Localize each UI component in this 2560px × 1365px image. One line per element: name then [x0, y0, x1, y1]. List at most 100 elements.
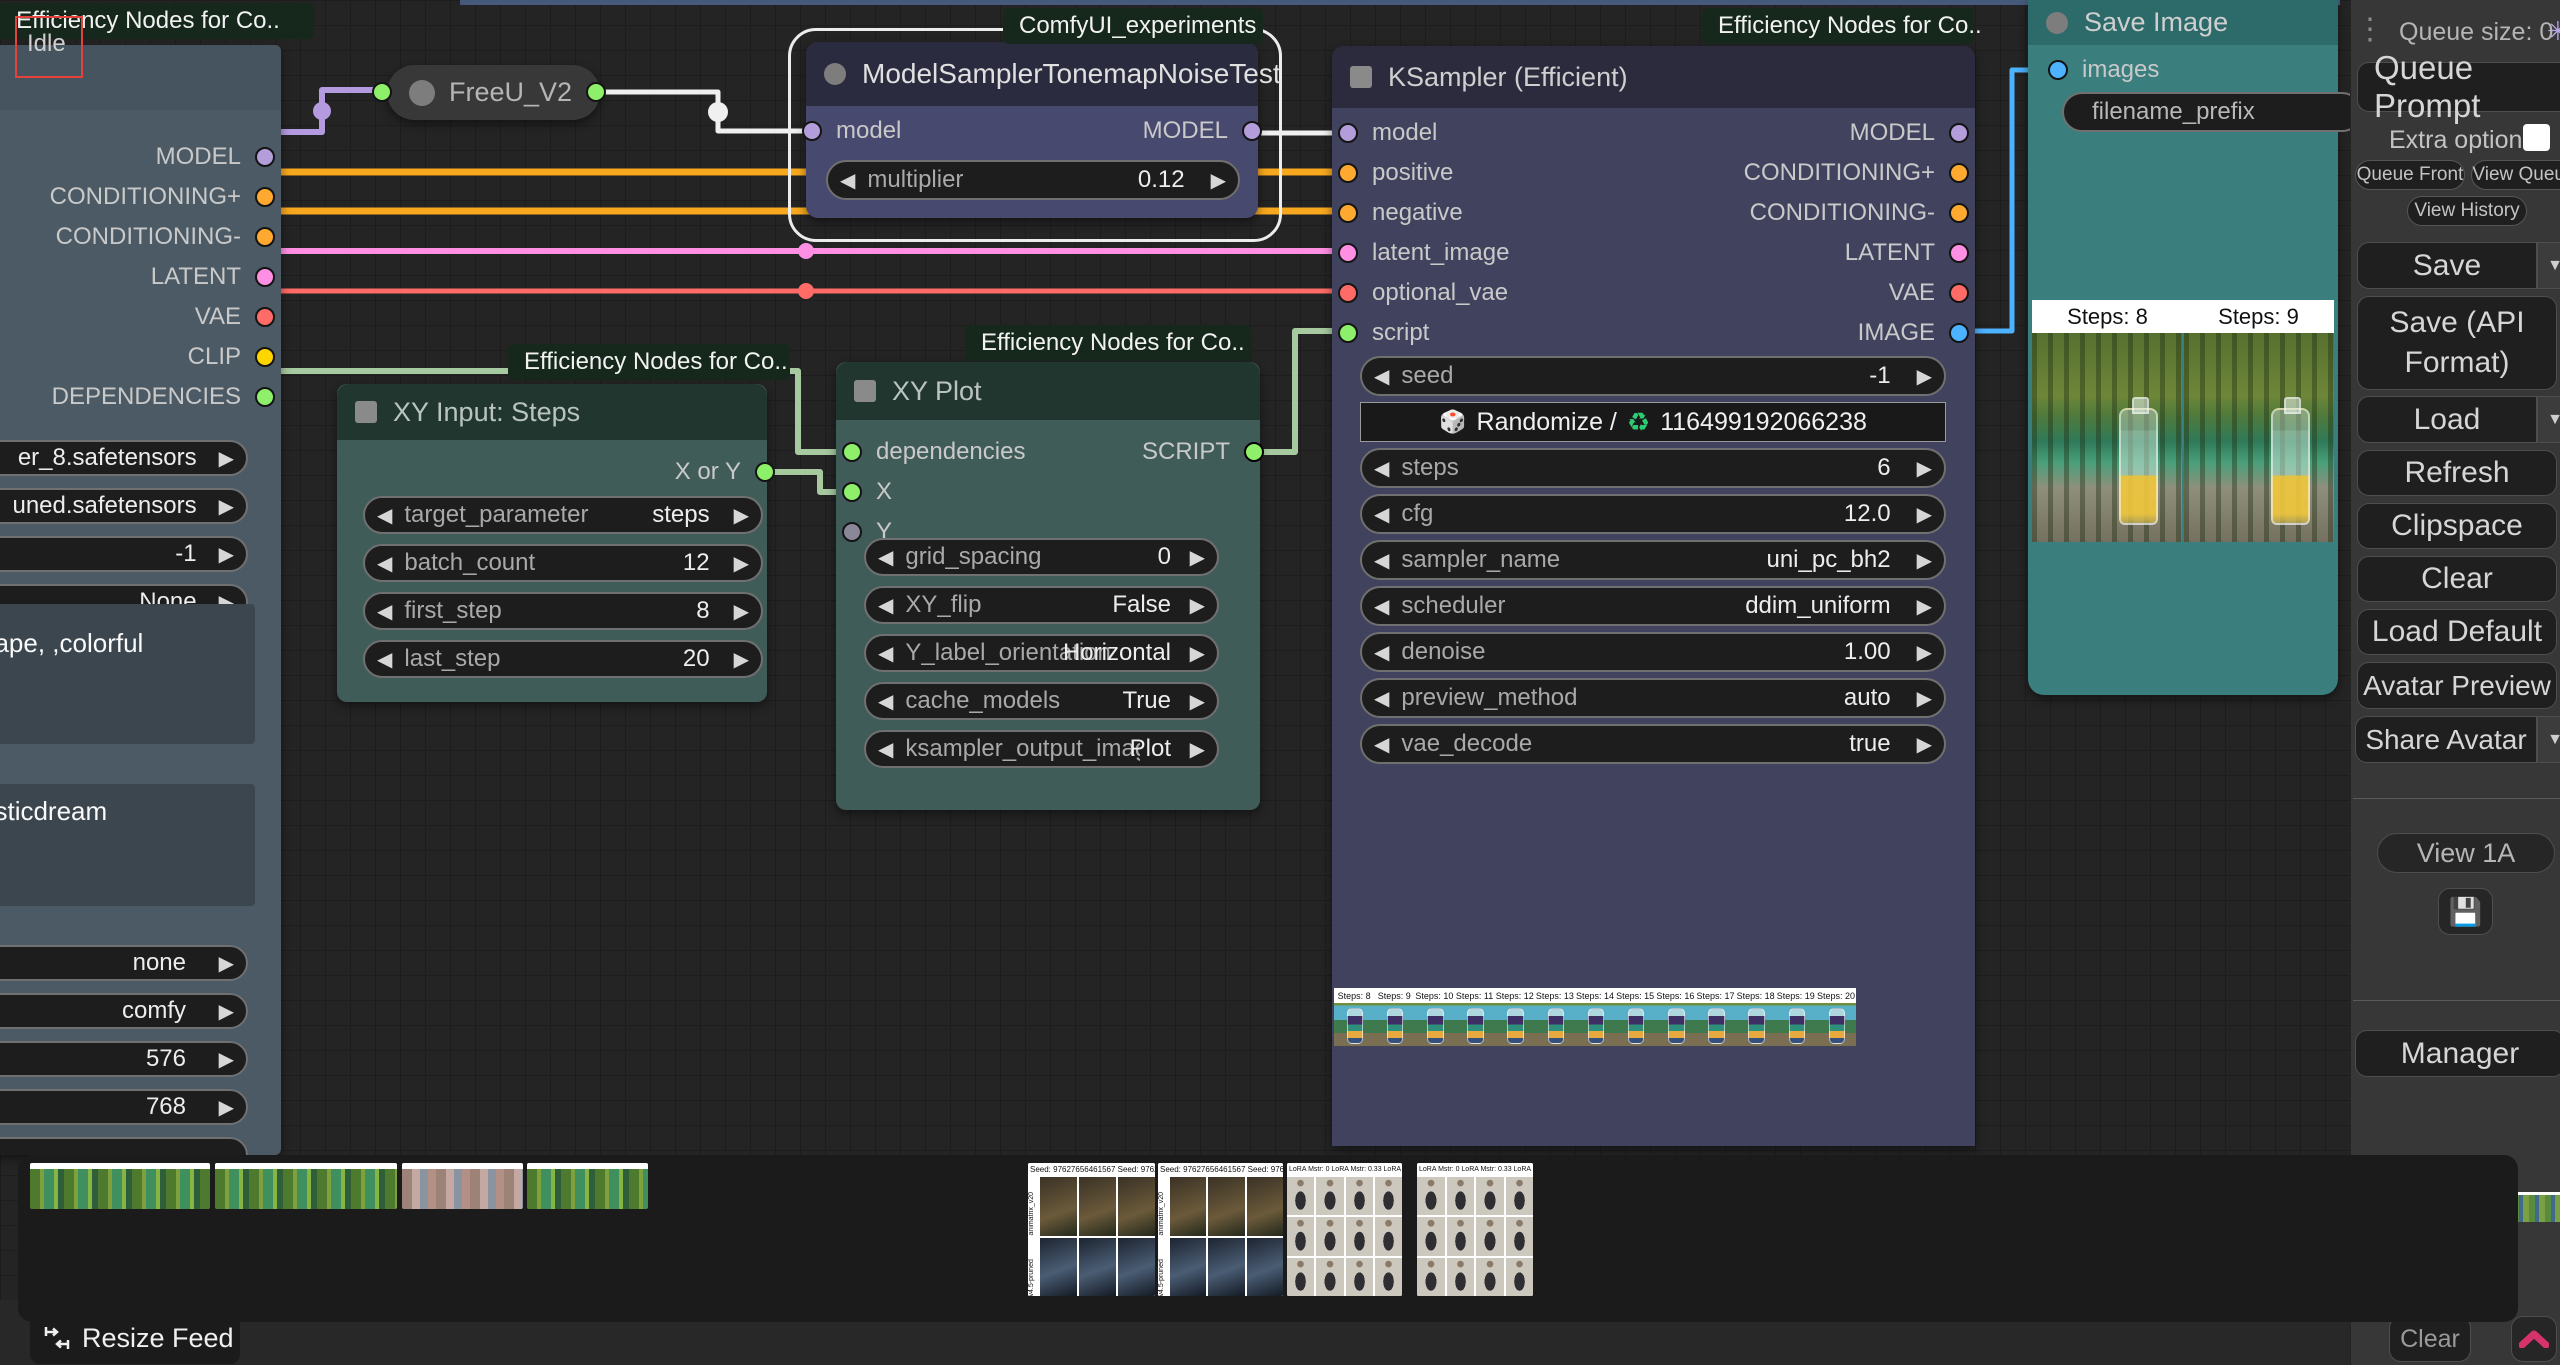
arrow-left-icon[interactable]: ◀: [1362, 732, 1401, 757]
feed-thumbnail[interactable]: [215, 1163, 397, 1209]
input-dot-icon[interactable]: [2048, 60, 2068, 80]
ksampler-widget[interactable]: ◀ preview_method auto ▶: [1360, 678, 1946, 718]
arrow-right-icon[interactable]: ▶: [1199, 168, 1238, 193]
ksampler-widget[interactable]: ◀ denoise 1.00 ▶: [1360, 632, 1946, 672]
preview-tile[interactable]: Steps: 16: [1655, 988, 1695, 1046]
freeu-v2-node[interactable]: FreeU_V2: [387, 65, 600, 120]
arrow-left-icon[interactable]: ◀: [828, 168, 867, 193]
view-1a-button[interactable]: View 1A: [2377, 833, 2555, 873]
drag-handle-icon[interactable]: ⋮: [2355, 12, 2383, 47]
arrow-right-icon[interactable]: ▶: [1178, 545, 1217, 570]
xy-input-titlebar[interactable]: XY Input: Steps: [337, 384, 767, 440]
arrow-right-icon[interactable]: ▶: [207, 1047, 246, 1072]
loader-widget[interactable]: er_8.safetensors ▶: [0, 440, 248, 476]
arrow-right-icon[interactable]: ▶: [207, 542, 246, 567]
ksampler-input-port[interactable]: model: [1338, 113, 1509, 153]
arrow-left-icon[interactable]: ◀: [1362, 456, 1401, 481]
arrow-right-icon[interactable]: ▶: [1178, 593, 1217, 618]
tonemap-output-port[interactable]: MODEL: [1143, 111, 1262, 151]
resize-feed-button[interactable]: Resize Feed: [30, 1312, 240, 1364]
view-history-button[interactable]: View History: [2407, 196, 2527, 226]
arrow-left-icon[interactable]: ◀: [866, 545, 905, 570]
xy-plot-widget[interactable]: ◀ XY_flip False ▶: [864, 586, 1219, 624]
load-default-button[interactable]: Load Default: [2357, 609, 2557, 655]
ksampler-widget[interactable]: ◀ sampler_name uni_pc_bh2 ▶: [1360, 540, 1946, 580]
preview-tile[interactable]: Steps: 15: [1615, 988, 1655, 1046]
arrow-right-icon[interactable]: ▶: [1178, 641, 1217, 666]
ksampler-preview-strip[interactable]: Steps: 8 Steps: 9 Steps: 10 Steps: 11 St…: [1334, 988, 1856, 1046]
input-dot-icon[interactable]: [842, 522, 862, 542]
collapse-square-icon[interactable]: [355, 401, 377, 423]
feed-thumbnail[interactable]: [30, 1163, 210, 1209]
randomize-seed-button[interactable]: 🎲 Randomize / ♻ 116499192066238: [1360, 402, 1946, 442]
settings-sparkle-icon[interactable]: ✳: [2547, 16, 2560, 47]
output-dot-icon[interactable]: [255, 347, 275, 367]
output-dot-icon[interactable]: [255, 147, 275, 167]
output-dot-icon[interactable]: [1949, 323, 1969, 343]
feed-lora-grid[interactable]: LoRA Mstr: 0 LoRA Mstr: 0.33 LoRA Mstr: …: [1417, 1163, 1533, 1296]
arrow-right-icon[interactable]: ▶: [207, 1095, 246, 1120]
save-image-input-port[interactable]: images: [2048, 50, 2159, 90]
input-dot-icon[interactable]: [1338, 243, 1358, 263]
preview-tile[interactable]: Steps: 9: [1374, 988, 1414, 1046]
tonemap-node[interactable]: ModelSamplerTonemapNoiseTest model MODEL…: [806, 42, 1258, 218]
save-button[interactable]: Save: [2357, 242, 2537, 289]
freeu-input-dot[interactable]: [372, 82, 392, 102]
image-feed-panel[interactable]: Seed: 97627656461567 Seed: 9762765646156…: [18, 1155, 2518, 1322]
output-dot-icon[interactable]: [1244, 442, 1264, 462]
save-api-format-button[interactable]: Save (API Format): [2357, 296, 2557, 390]
save-image-node[interactable]: Save Image images filename_prefix Steps:…: [2028, 0, 2338, 695]
output-dot-icon[interactable]: [1949, 163, 1969, 183]
loader-output-port[interactable]: MODEL: [0, 137, 275, 177]
input-dot-icon[interactable]: [842, 482, 862, 502]
arrow-right-icon[interactable]: ▶: [1905, 686, 1944, 711]
view-queue-button[interactable]: View Queue: [2471, 160, 2560, 190]
arrow-left-icon[interactable]: ◀: [1362, 502, 1401, 527]
arrow-left-icon[interactable]: ◀: [365, 551, 404, 576]
tonemap-multiplier-widget[interactable]: ◀ multiplier 0.12 ▶: [826, 160, 1240, 200]
preview-tile[interactable]: Steps: 20: [1816, 988, 1856, 1046]
share-avatar-button[interactable]: Share Avatar: [2355, 716, 2537, 763]
arrow-left-icon[interactable]: ◀: [365, 647, 404, 672]
preview-tile[interactable]: Steps: 12: [1495, 988, 1535, 1046]
ksampler-widget[interactable]: ◀ scheduler ddim_uniform ▶: [1360, 586, 1946, 626]
loader-widget[interactable]: none ▶: [0, 945, 248, 981]
arrow-right-icon[interactable]: ▶: [1905, 640, 1944, 665]
save-dropdown-button[interactable]: ▼: [2537, 242, 2560, 289]
ksampler-node[interactable]: KSampler (Efficient) model positive nega…: [1332, 46, 1975, 1146]
arrow-right-icon[interactable]: ▶: [1905, 732, 1944, 757]
load-dropdown-button[interactable]: ▼: [2537, 396, 2560, 443]
loader-output-port[interactable]: VAE: [0, 297, 275, 337]
loader-output-port[interactable]: CONDITIONING-: [0, 217, 275, 257]
xy-input-widget[interactable]: ◀ last_step 20 ▶: [363, 640, 763, 678]
arrow-right-icon[interactable]: ▶: [1905, 548, 1944, 573]
avatar-preview-button[interactable]: Avatar Preview: [2357, 662, 2557, 709]
feed-thumbnail[interactable]: [527, 1163, 648, 1209]
arrow-right-icon[interactable]: ▶: [722, 551, 761, 576]
queue-front-button[interactable]: Queue Front: [2355, 160, 2465, 190]
loader-widget[interactable]: comfy ▶: [0, 993, 248, 1029]
arrow-left-icon[interactable]: ◀: [1362, 640, 1401, 665]
preview-tile[interactable]: Steps: 19: [1776, 988, 1816, 1046]
arrow-right-icon[interactable]: ▶: [207, 494, 246, 519]
input-dot-icon[interactable]: [1338, 283, 1358, 303]
output-dot-icon[interactable]: [255, 187, 275, 207]
feed-lora-grid[interactable]: LoRA Mstr: 0 LoRA Mstr: 0.33 LoRA Mstr: …: [1287, 1163, 1402, 1296]
preview-tile[interactable]: Steps: 13: [1535, 988, 1575, 1046]
arrow-right-icon[interactable]: ▶: [1178, 689, 1217, 714]
ksampler-output-port[interactable]: MODEL: [1649, 113, 1969, 153]
output-dot-icon[interactable]: [255, 307, 275, 327]
xy-plot-titlebar[interactable]: XY Plot: [836, 362, 1260, 420]
arrow-right-icon[interactable]: ▶: [207, 446, 246, 471]
preview-tile[interactable]: Steps: 18: [1736, 988, 1776, 1046]
ksampler-titlebar[interactable]: KSampler (Efficient): [1332, 46, 1975, 108]
loader-widget[interactable]: 576 ▶: [0, 1041, 248, 1077]
xy-input-output-port[interactable]: X or Y: [675, 452, 775, 492]
input-dot-icon[interactable]: [802, 121, 822, 141]
extra-options-checkbox[interactable]: [2523, 124, 2550, 151]
xy-plot-output-port[interactable]: SCRIPT: [1142, 432, 1264, 472]
ksampler-output-port[interactable]: CONDITIONING-: [1649, 193, 1969, 233]
preview-tile[interactable]: Steps: 11: [1454, 988, 1494, 1046]
collapse-dot-icon[interactable]: [409, 80, 435, 106]
clear-button[interactable]: Clear: [2357, 556, 2557, 602]
